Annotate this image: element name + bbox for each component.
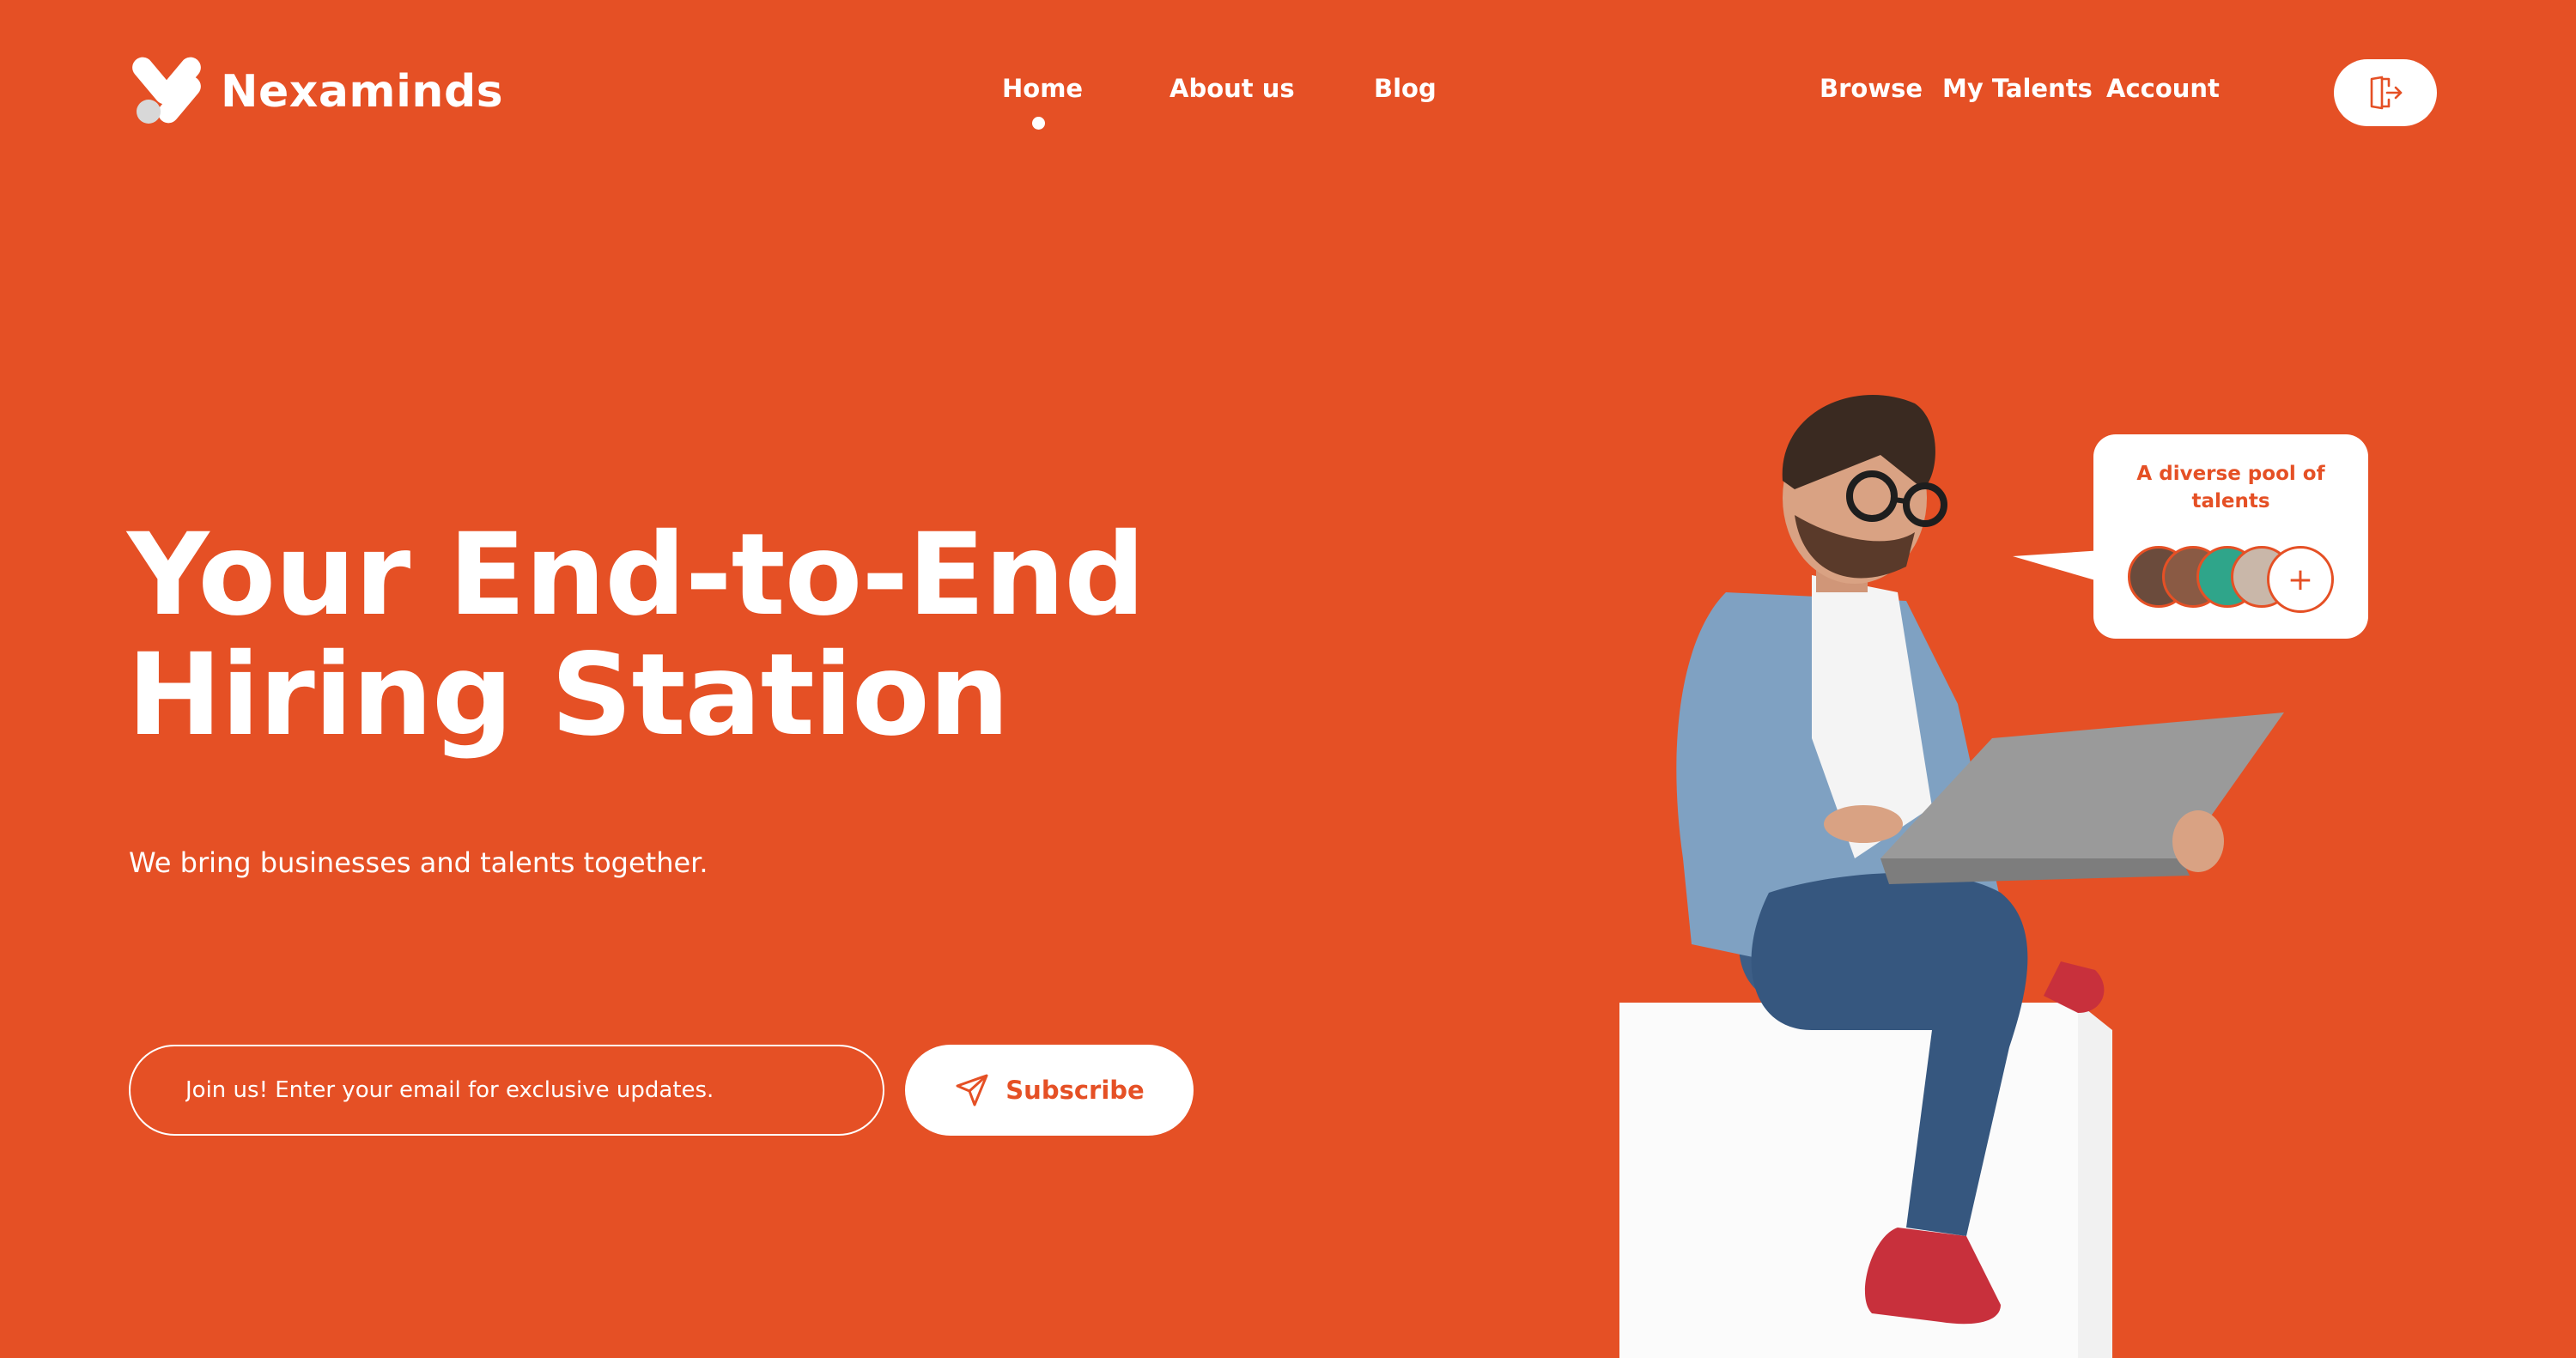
- subscribe-button[interactable]: Subscribe: [905, 1045, 1194, 1136]
- talent-pool-card: A diverse pool of talents +: [2093, 434, 2368, 639]
- nav-home[interactable]: Home: [1002, 74, 1083, 103]
- talent-pool-title: A diverse pool of talents: [2136, 463, 2325, 512]
- nav-account[interactable]: Account: [2106, 74, 2220, 103]
- logout-icon: [2370, 76, 2403, 110]
- nav-browse[interactable]: Browse: [1820, 74, 1923, 103]
- main-nav: Home About us Blog Browse My Talents Acc…: [0, 74, 2576, 130]
- send-icon: [956, 1074, 988, 1106]
- nav-my-talents[interactable]: My Talents: [1942, 74, 2093, 103]
- avatar-group: +: [2128, 546, 2351, 613]
- hero-title-line2: Hiring Station: [127, 629, 1010, 761]
- active-indicator: [1032, 117, 1045, 130]
- add-talent-button[interactable]: +: [2267, 546, 2334, 613]
- page: Nexaminds Home About us Blog Browse My T…: [0, 0, 2576, 1358]
- subscribe-label: Subscribe: [1005, 1076, 1145, 1105]
- nav-blog[interactable]: Blog: [1374, 74, 1437, 103]
- hero-title-line1: Your End-to-End: [127, 509, 1145, 641]
- hero-subtitle: We bring businesses and talents together…: [129, 846, 708, 879]
- logout-button[interactable]: [2334, 59, 2437, 126]
- email-input[interactable]: [129, 1045, 884, 1136]
- hero-title: Your End-to-End Hiring Station: [127, 515, 1243, 755]
- nav-about-us[interactable]: About us: [1170, 74, 1295, 103]
